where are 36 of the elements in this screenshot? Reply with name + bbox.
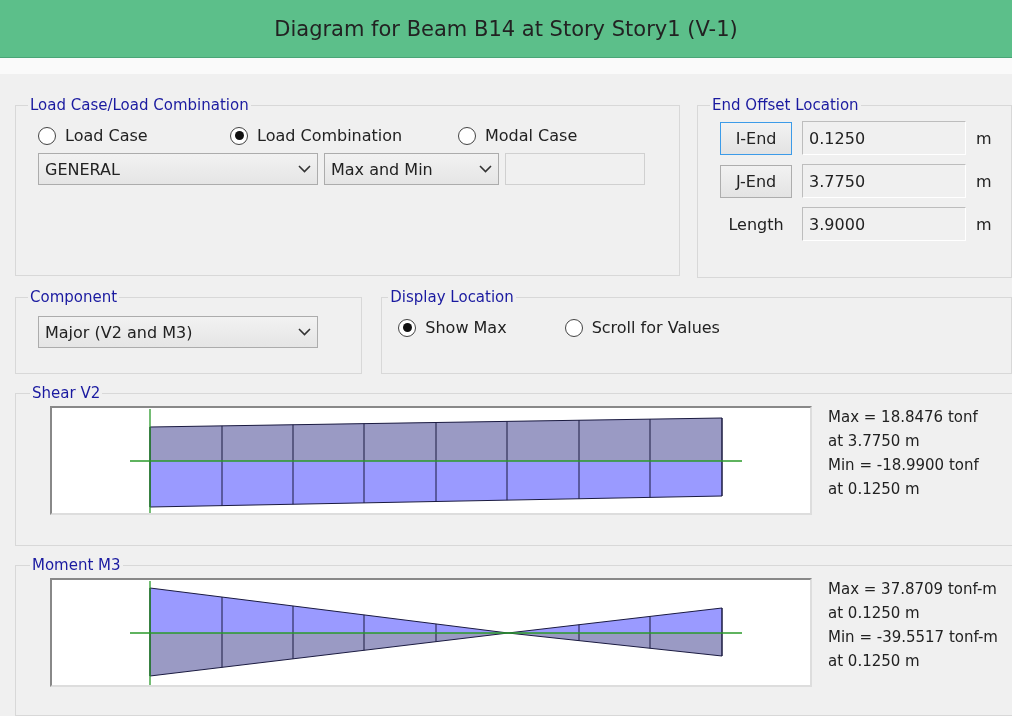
end-button[interactable]: I-End	[720, 121, 793, 155]
result-text: Max = 18.8476 tonf	[828, 408, 979, 426]
chevron-down-icon	[298, 328, 311, 336]
unit-label: m	[976, 214, 992, 234]
end-button[interactable]: J-End	[720, 164, 793, 198]
dropdown[interactable]: Max and Min	[324, 153, 499, 185]
result-text: Min = -18.9900 tonf	[828, 456, 979, 474]
radio-button[interactable]: Modal Case	[458, 126, 658, 145]
value-field[interactable]: 0.1250	[802, 121, 967, 155]
group-title: End Offset Location	[711, 96, 860, 114]
dropdown[interactable]: Major (V2 and M3)	[38, 316, 318, 348]
value-field[interactable]: 3.9000	[802, 207, 967, 241]
value-field[interactable]: 3.7750	[802, 164, 967, 198]
result-text: at 0.1250 m	[828, 652, 921, 670]
input-field[interactable]	[505, 153, 645, 185]
chevron-down-icon	[479, 165, 492, 173]
radio-button[interactable]: Show Max	[398, 318, 507, 337]
group-title: Shear V2	[31, 384, 102, 402]
result-text: Min = -39.5517 tonf-m	[828, 628, 998, 646]
result-text: at 0.1250 m	[828, 604, 921, 622]
result-text: Max = 37.8709 tonf-m	[828, 580, 998, 598]
radio-button[interactable]: Load Case	[38, 126, 230, 145]
unit-label: m	[976, 171, 992, 191]
unit-label: m	[976, 128, 992, 148]
result-text: at 3.7750 m	[828, 432, 921, 450]
radio-button[interactable]: Scroll for Values	[564, 318, 720, 337]
result-text: at 0.1250 m	[828, 480, 921, 498]
chevron-down-icon	[298, 165, 311, 173]
window-title: Diagram for Beam B14 at Story Story1 (V-1)	[274, 16, 738, 41]
group-title: Moment M3	[31, 556, 122, 574]
radio-button[interactable]: Load Combination	[230, 126, 458, 145]
group-title: Component	[29, 288, 119, 306]
group-title: Load Case/Load Combination	[29, 96, 250, 114]
group-title: Display Location	[389, 288, 515, 306]
dropdown[interactable]: GENERAL	[38, 153, 318, 185]
field-label: Length	[727, 214, 785, 234]
